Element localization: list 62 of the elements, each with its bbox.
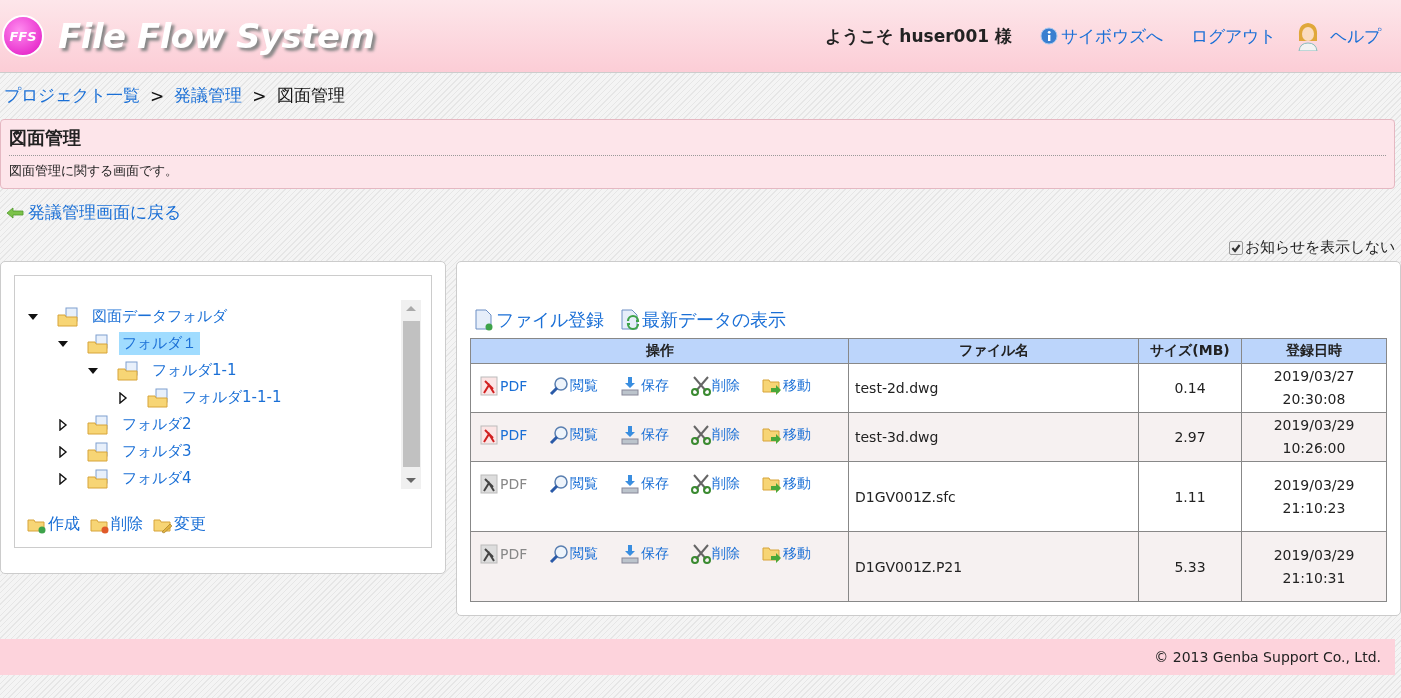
folder-action-link[interactable]: 変更: [153, 514, 206, 535]
breadcrumb-link[interactable]: プロジェクト一覧: [4, 84, 140, 107]
header-link[interactable]: ログアウト: [1191, 24, 1276, 48]
date-cell: 2019/03/29 21:10:31: [1241, 531, 1387, 602]
logo-text: File Flow System: [58, 16, 375, 56]
tree-item[interactable]: フォルダ１: [119, 332, 200, 355]
column-header: 登録日時: [1241, 338, 1387, 364]
breadcrumb-text: >: [150, 85, 165, 106]
file-action-link[interactable]: PDF: [479, 425, 528, 445]
tree-item[interactable]: フォルダ4: [119, 467, 195, 490]
file-action-link[interactable]: 移動: [762, 425, 812, 445]
date-cell: 2019/03/29 21:10:23: [1241, 461, 1387, 532]
column-header: ファイル名: [848, 338, 1139, 364]
welcome-text: ようこそ huser001 様: [825, 24, 1012, 48]
file-action-link[interactable]: 保存: [620, 474, 670, 494]
file-name-cell: D1GV001Z.P21: [848, 531, 1139, 602]
file-action-link[interactable]: 削除: [691, 425, 741, 445]
file-name-cell: D1GV001Z.sfc: [848, 461, 1139, 532]
size-cell: 0.14: [1138, 363, 1242, 413]
breadcrumb-text: >: [252, 85, 267, 106]
file-action-link[interactable]: 移動: [762, 474, 812, 494]
toolbar-link[interactable]: ファイル登録: [474, 308, 604, 332]
folder-action-link[interactable]: 作成: [27, 514, 80, 535]
date-cell: 2019/03/27 20:30:08: [1241, 363, 1387, 413]
logo-badge: FFS: [2, 15, 44, 57]
folder-action-link[interactable]: 削除: [90, 514, 143, 535]
file-action-link[interactable]: 削除: [691, 474, 741, 494]
file-action-link[interactable]: 移動: [762, 376, 812, 396]
page-description: 図面管理に関する画面です。: [9, 162, 179, 180]
file-action-link[interactable]: 保存: [620, 376, 670, 396]
file-name-cell: test-2d.dwg: [848, 363, 1139, 413]
breadcrumb-link[interactable]: 発議管理: [174, 84, 243, 107]
file-action-link[interactable]: 移動: [762, 544, 812, 564]
column-header: 操作: [470, 338, 849, 364]
tree-item[interactable]: フォルダ3: [119, 440, 195, 463]
file-action-link[interactable]: 削除: [691, 376, 741, 396]
file-action-link[interactable]: 閲覧: [549, 544, 599, 564]
breadcrumb-text: 図面管理: [276, 84, 345, 107]
file-action-link[interactable]: 保存: [620, 425, 670, 445]
file-action-link[interactable]: 削除: [691, 544, 741, 564]
tree-item[interactable]: フォルダ1-1: [149, 359, 240, 382]
file-action-link[interactable]: 保存: [620, 544, 670, 564]
header-link[interactable]: ヘルプ: [1330, 24, 1381, 48]
size-cell: 2.97: [1138, 412, 1242, 462]
header-link[interactable]: サイボウズへ: [1061, 24, 1163, 48]
tree-item[interactable]: フォルダ1-1-1: [179, 386, 285, 409]
checkbox-label: お知らせを表示しない: [1245, 238, 1395, 257]
tree-item[interactable]: フォルダ2: [119, 413, 195, 436]
file-action-link[interactable]: 閲覧: [549, 425, 599, 445]
size-cell: 5.33: [1138, 531, 1242, 602]
copyright-text: © 2013 Genba Support Co., Ltd.: [1154, 649, 1381, 665]
file-action-link[interactable]: PDF: [479, 376, 528, 396]
size-cell: 1.11: [1138, 461, 1242, 532]
toolbar-link[interactable]: 最新データの表示: [620, 308, 786, 332]
date-cell: 2019/03/29 10:26:00: [1241, 412, 1387, 462]
tree-item[interactable]: 図面データフォルダ: [89, 305, 230, 328]
back-link[interactable]: 発議管理画面に戻る: [6, 201, 181, 224]
file-action-link[interactable]: 閲覧: [549, 474, 599, 494]
page-title: 図面管理: [9, 126, 1386, 156]
file-action-link[interactable]: 閲覧: [549, 376, 599, 396]
column-header: サイズ(MB): [1138, 338, 1242, 364]
file-name-cell: test-3d.dwg: [848, 412, 1139, 462]
